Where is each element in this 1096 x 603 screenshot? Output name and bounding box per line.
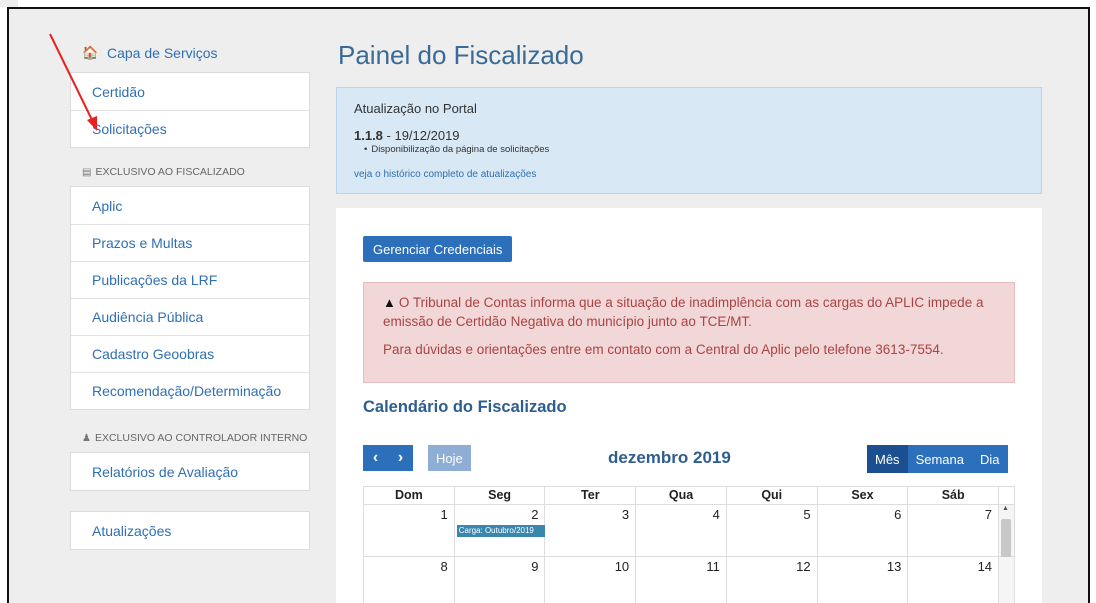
weekday-header: Dom (364, 487, 455, 504)
day-number: 11 (706, 559, 720, 574)
view-month-button[interactable]: Mês (867, 445, 908, 473)
calendar-header-row: Dom Seg Ter Qua Qui Sex Sáb (364, 487, 1014, 505)
weekday-header: Sáb (908, 487, 1000, 504)
calendar-scrollbar[interactable]: ▲ (999, 505, 1014, 559)
menu-item-audiencia-publica[interactable]: Audiência Pública (71, 298, 309, 335)
calendar-day[interactable]: 7 (908, 505, 1000, 556)
calendar-day[interactable]: 13 (818, 557, 909, 603)
calendar-scrollbar-track (999, 557, 1014, 603)
scrollbar-thumb[interactable] (1001, 519, 1012, 559)
day-number: 12 (796, 559, 811, 574)
home-link-label: Capa de Serviços (107, 45, 218, 61)
calendar-day[interactable]: 12 (727, 557, 818, 603)
calendar-week: 1 2 Carga: Outubro/2019 3 4 5 6 7 ▲ (364, 505, 1014, 559)
day-number: 7 (984, 507, 993, 522)
menu-item-cadastro-geoobras[interactable]: Cadastro Geoobras (71, 335, 309, 372)
update-history-link[interactable]: veja o histórico completo de atualizaçõe… (354, 169, 1024, 180)
menu-item-prazos-multas[interactable]: Prazos e Multas (71, 224, 309, 261)
menu-item-recomendacao[interactable]: Recomendação/Determinação (71, 372, 309, 409)
calendar-title: Calendário do Fiscalizado (363, 398, 567, 416)
calendar-grid: Dom Seg Ter Qua Qui Sex Sáb 1 2 Carga: Ou… (363, 486, 1015, 603)
update-notes: Disponibilização da página de solicitaçõ… (354, 144, 1024, 155)
calendar-day[interactable]: 1 (364, 505, 455, 556)
main-content: Painel do Fiscalizado Atualização no Por… (336, 38, 1042, 603)
calendar-day[interactable]: 3 (545, 505, 637, 556)
alert-box: ▲ O Tribunal de Contas informa que a situ… (363, 282, 1015, 383)
update-panel-title: Atualização no Portal (354, 101, 477, 116)
calendar-view-switch: Mês Semana Dia (867, 445, 1008, 473)
update-panel: Atualização no Portal 1.1.8 - 19/12/2019… (336, 87, 1042, 194)
calendar-day[interactable]: 5 (727, 505, 818, 556)
calendar-day[interactable]: 2 Carga: Outubro/2019 (455, 505, 546, 556)
calendar-week: 8 9 10 11 12 13 14 (364, 557, 1014, 603)
fiscalizado-menu: Aplic Prazos e Multas Publicações da LRF… (70, 186, 310, 410)
warning-icon: ▲ (383, 295, 396, 310)
next-month-button[interactable]: › (388, 445, 413, 471)
document-icon: ▤ (82, 166, 92, 178)
menu-item-publicacoes-lrf[interactable]: Publicações da LRF (71, 261, 309, 298)
day-number: 3 (621, 507, 630, 522)
section-header-fiscalizado: ▤ EXCLUSIVO AO FISCALIZADO (70, 158, 310, 186)
updates-menu: Atualizações (70, 511, 310, 550)
day-number: 4 (712, 507, 720, 522)
controlador-menu: Relatórios de Avaliação (70, 452, 310, 491)
today-button[interactable]: Hoje (428, 445, 471, 471)
view-week-button[interactable]: Semana (907, 445, 972, 473)
day-number: 5 (803, 507, 811, 522)
menu-item-atualizacoes[interactable]: Atualizações (71, 512, 309, 549)
view-day-button[interactable]: Dia (971, 445, 1008, 473)
calendar-day[interactable]: 4 (636, 505, 727, 556)
user-icon: ♟ (82, 432, 91, 444)
menu-item-aplic[interactable]: Aplic (71, 187, 309, 224)
manage-credentials-button[interactable]: Gerenciar Credenciais (363, 236, 513, 262)
calendar-nav: ‹ › Hoje (363, 445, 471, 471)
alert-line-1-text: O Tribunal de Contas informa que a situa… (383, 295, 984, 329)
alert-line-1: ▲ O Tribunal de Contas informa que a situ… (383, 293, 995, 331)
day-number: 1 (440, 507, 448, 522)
day-number: 14 (977, 559, 993, 574)
update-note: Disponibilização da página de solicitaçõ… (364, 144, 1024, 155)
dashboard-card: Gerenciar Credenciais ▲ O Tribunal de Con… (336, 208, 1042, 603)
section-header-controlador: ♟ EXCLUSIVO AO CONTROLADOR INTERNO (70, 424, 310, 452)
annotation-arrow (49, 33, 97, 131)
weekday-header: Seg (455, 487, 546, 504)
day-number: 6 (894, 507, 902, 522)
weekday-header: Ter (545, 487, 637, 504)
menu-item-relatorios-avaliacao[interactable]: Relatórios de Avaliação (71, 453, 309, 490)
update-version: 1.1.8 - 19/12/2019 (354, 128, 1024, 143)
header-scroll-gap (999, 487, 1014, 504)
chevron-left-icon: ‹ (372, 449, 379, 466)
weekday-header: Qua (636, 487, 727, 504)
calendar-day[interactable]: 11 (636, 557, 727, 603)
weekday-header: Qui (727, 487, 818, 504)
day-number: 13 (886, 559, 902, 574)
calendar-month: dezembro 2019 (608, 448, 731, 467)
weekday-header: Sex (818, 487, 909, 504)
day-number: 10 (614, 559, 630, 574)
chevron-right-icon: › (397, 449, 404, 466)
day-number: 9 (531, 559, 539, 574)
update-version-number: 1.1.8 (354, 128, 383, 143)
calendar-day[interactable]: 9 (455, 557, 546, 603)
section-header-controlador-label: EXCLUSIVO AO CONTROLADOR INTERNO (94, 432, 308, 444)
section-header-fiscalizado-label: EXCLUSIVO AO FISCALIZADO (95, 166, 245, 178)
day-number: 2 (531, 507, 539, 522)
prev-month-button[interactable]: ‹ (363, 445, 388, 471)
calendar-day[interactable]: 6 (818, 505, 909, 556)
calendar-event[interactable]: Carga: Outubro/2019 (456, 525, 545, 537)
calendar-day[interactable]: 14 (908, 557, 1000, 603)
scroll-up-icon: ▲ (1002, 505, 1009, 512)
update-version-date: - 19/12/2019 (382, 128, 460, 143)
calendar-day[interactable]: 8 (364, 557, 455, 603)
calendar-day[interactable]: 10 (545, 557, 637, 603)
day-number: 8 (440, 559, 448, 574)
alert-line-2: Para dúvidas e orientações entre em cont… (383, 342, 944, 357)
page-title: Painel do Fiscalizado (338, 40, 584, 70)
